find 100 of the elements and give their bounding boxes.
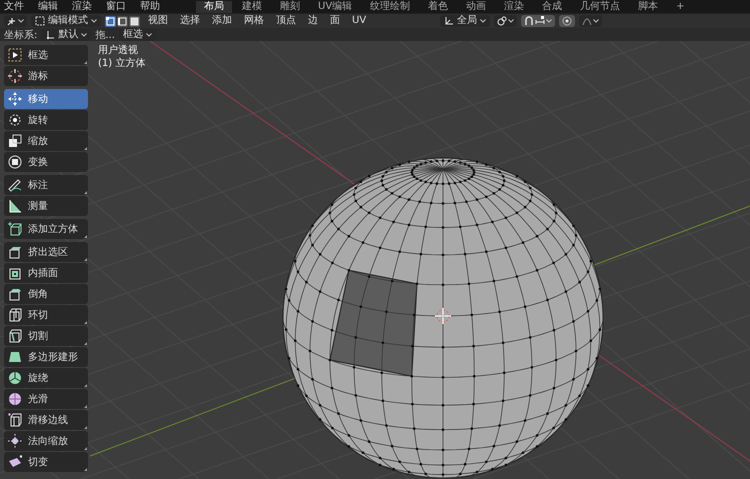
axes-icon	[45, 30, 56, 40]
editor-type-button[interactable]	[4, 15, 27, 27]
caret-icon	[146, 32, 152, 36]
header-menu[interactable]: 添加	[208, 15, 236, 27]
tool-button[interactable]: 环切	[4, 305, 88, 325]
workspace-tab[interactable]: 建模	[234, 0, 270, 12]
axes-icon	[444, 16, 454, 26]
workspace-tab[interactable]: 着色	[420, 0, 456, 12]
caret-icon	[18, 19, 24, 23]
edge-select-icon	[118, 16, 127, 26]
snap-increment-icon	[535, 16, 545, 26]
bevel-cube-icon	[8, 287, 22, 301]
face-select-icon	[130, 16, 139, 26]
tool-button[interactable]: 光滑	[4, 389, 88, 409]
tool-button[interactable]: 滑移边线	[4, 410, 88, 430]
header-menu[interactable]: 顶点	[272, 15, 300, 27]
pen-icon	[8, 178, 22, 192]
tool-button[interactable]: 切割	[4, 326, 88, 346]
caret-icon	[546, 19, 552, 23]
caret-icon	[480, 19, 486, 23]
workspace-tab[interactable]: 动画	[458, 0, 494, 12]
tool-button[interactable]: 框选	[4, 45, 88, 65]
spin-icon	[8, 371, 22, 385]
tool-button[interactable]: 挤出选区	[4, 242, 88, 262]
select-mode-button[interactable]	[129, 16, 140, 26]
target-icon	[562, 16, 572, 26]
menu-item[interactable]: 渲染	[72, 0, 92, 12]
workspace-tab[interactable]: +	[668, 0, 693, 12]
3d-cursor-icon	[434, 308, 452, 324]
axes-icon	[7, 16, 17, 26]
drag-label: 拖...	[95, 28, 115, 42]
shrink-fatten-icon	[8, 434, 22, 448]
workspace-tab[interactable]: 合成	[534, 0, 570, 12]
tool-button[interactable]: 多边形建形	[4, 347, 88, 367]
workspace-tab[interactable]: UV编辑	[310, 0, 360, 12]
view-name: 用户透视	[98, 45, 139, 56]
snap-button[interactable]	[521, 15, 555, 27]
tool-button[interactable]: 内插面	[4, 263, 88, 283]
polygon-icon	[8, 350, 22, 364]
tool-button[interactable]: 倒角	[4, 284, 88, 304]
falloff-button[interactable]	[579, 15, 602, 27]
workspace-tab[interactable]: 脚本	[630, 0, 666, 12]
header-menu[interactable]: 选择	[176, 15, 204, 27]
menu-item[interactable]: 编辑	[38, 0, 58, 12]
select-box-icon	[8, 48, 22, 62]
tool-button[interactable]: 旋绕	[4, 368, 88, 388]
header-menu[interactable]: 面	[326, 15, 344, 27]
loop-cut-icon	[8, 308, 22, 322]
header-menu[interactable]: UV	[348, 15, 370, 27]
caret-icon	[508, 19, 514, 23]
select-mode-button[interactable]	[117, 16, 128, 26]
tool-button[interactable]: 旋转	[4, 110, 88, 130]
mesh-edit-icon	[35, 16, 45, 26]
extrude-cube-icon	[8, 245, 22, 259]
smooth-sphere-icon	[8, 392, 22, 406]
object-name: (1) 立方体	[98, 58, 146, 69]
orientation-label: 坐标系:	[4, 28, 38, 42]
shear-icon	[8, 455, 22, 469]
edge-slide-icon	[8, 413, 22, 427]
workspace-tab[interactable]: 几何节点	[572, 0, 628, 12]
tool-button[interactable]: 测量	[4, 196, 88, 216]
link-icon	[497, 16, 507, 26]
tool-button[interactable]: 法向缩放	[4, 431, 88, 451]
falloff-curve-icon	[582, 16, 592, 26]
magnet-icon	[524, 16, 534, 26]
orientation-dropdown[interactable]: 全局	[440, 15, 490, 27]
move-arrows-icon	[8, 92, 22, 106]
caret-icon	[91, 19, 97, 23]
menu-item[interactable]: 文件	[4, 0, 24, 12]
header-menu[interactable]: 网格	[240, 15, 268, 27]
scale-icon	[8, 134, 22, 148]
workspace-tab[interactable]: 布局	[196, 0, 232, 12]
header-menu[interactable]: 视图	[144, 15, 172, 27]
knife-cube-icon	[8, 329, 22, 343]
tool-button[interactable]: 切变	[4, 452, 88, 472]
menu-item[interactable]: 窗口	[106, 0, 126, 12]
mode-dropdown[interactable]: 编辑模式	[31, 15, 101, 27]
tool-button[interactable]: 游标	[4, 66, 88, 86]
caret-icon	[593, 19, 599, 23]
tool-button[interactable]: 添加立方体	[4, 219, 88, 239]
tool-button[interactable]: 移动	[4, 89, 88, 109]
cursor-icon	[8, 69, 22, 83]
tool-button[interactable]: 变换	[4, 152, 88, 172]
drag-dropdown[interactable]: 框选	[118, 28, 156, 40]
proportional-edit-button[interactable]	[559, 15, 575, 27]
transform-icon	[8, 155, 22, 169]
orientation-dropdown[interactable]: 默认	[41, 28, 92, 40]
tool-button[interactable]: 缩放	[4, 131, 88, 151]
workspace-tab[interactable]: 渲染	[496, 0, 532, 12]
rotate-icon	[8, 113, 22, 127]
menu-item[interactable]: 帮助	[140, 0, 160, 12]
vertex-select-icon	[106, 16, 115, 26]
inset-cube-icon	[8, 266, 22, 280]
workspace-tab[interactable]: 雕刻	[272, 0, 308, 12]
tool-button[interactable]: 标注	[4, 175, 88, 195]
workspace-tab[interactable]: 纹理绘制	[362, 0, 418, 12]
cube-plus-icon	[8, 222, 22, 236]
pivot-button[interactable]	[494, 15, 517, 27]
caret-icon	[81, 32, 88, 36]
header-menu[interactable]: 边	[304, 15, 322, 27]
